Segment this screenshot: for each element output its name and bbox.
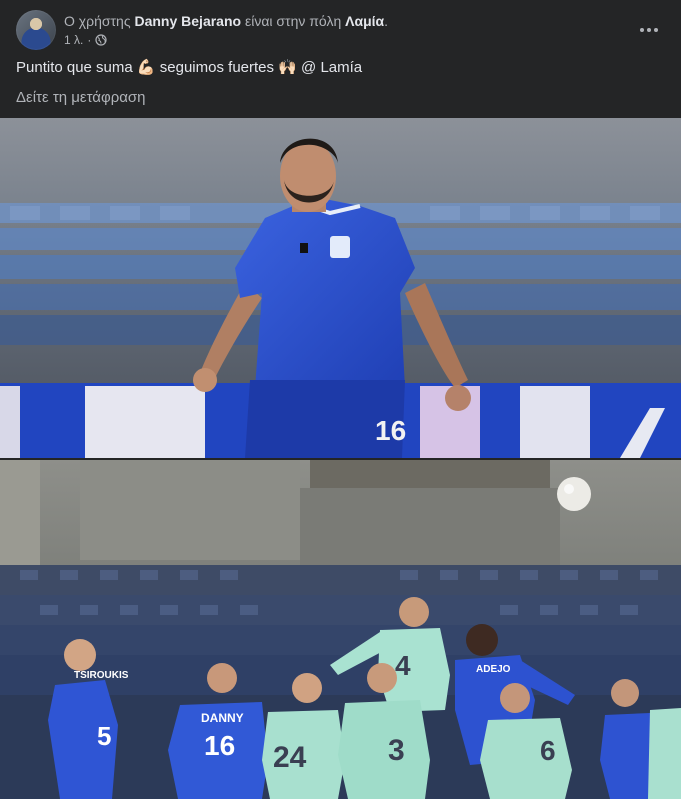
post-text-part1: Puntito que suma <box>16 59 133 76</box>
player-number-5: 5 <box>97 721 111 751</box>
author-name-link[interactable]: Danny Bejarano <box>134 13 241 29</box>
more-options-icon <box>640 28 644 32</box>
player-number-24: 24 <box>273 741 307 774</box>
jersey-number-16: 16 <box>375 415 406 446</box>
flexed-bicep-emoji: 💪🏻 <box>136 59 156 76</box>
post-text: Puntito que suma 💪🏻 seguimos fuertes 🙌🏻 … <box>16 58 362 78</box>
place-link[interactable]: Λαμία <box>345 13 384 29</box>
player-name-danny: DANNY <box>201 711 244 725</box>
photo-1[interactable]: 16 <box>0 118 681 458</box>
player-name-adejo: ADEJO <box>476 664 511 675</box>
post-header: Ο χρήστης Danny Bejarano είναι στην πόλη… <box>16 10 665 50</box>
author-prefix: Ο χρήστης <box>64 13 131 29</box>
photo-2[interactable]: TSIROUKIS 5 DANNY 16 24 4 3 ADEJO 6 <box>0 460 681 799</box>
author-line: Ο χρήστης Danny Bejarano είναι στην πόλη… <box>64 12 388 30</box>
author-mid: είναι στην πόλη <box>244 13 342 29</box>
avatar[interactable] <box>16 10 56 50</box>
player-number-3: 3 <box>388 734 405 767</box>
player-number-16: 16 <box>204 730 235 761</box>
player-number-6: 6 <box>540 735 556 766</box>
post-text-location: @ Lamía <box>301 59 363 76</box>
globe-icon[interactable] <box>95 34 107 46</box>
see-translation-link[interactable]: Δείτε τη μετάφραση <box>16 88 146 108</box>
meta-separator: · <box>87 33 92 47</box>
timestamp-link[interactable]: 1 λ. <box>64 32 83 48</box>
player-number-4-green: 4 <box>395 650 411 681</box>
post-text-part2: seguimos fuertes <box>159 59 275 76</box>
raising-hands-emoji: 🙌🏻 <box>278 59 297 76</box>
meta-line: 1 λ. · <box>64 32 107 48</box>
place-suffix: . <box>384 13 389 29</box>
player-name-tsiroukis: TSIROUKIS <box>74 670 129 681</box>
more-options-button[interactable] <box>633 14 665 46</box>
